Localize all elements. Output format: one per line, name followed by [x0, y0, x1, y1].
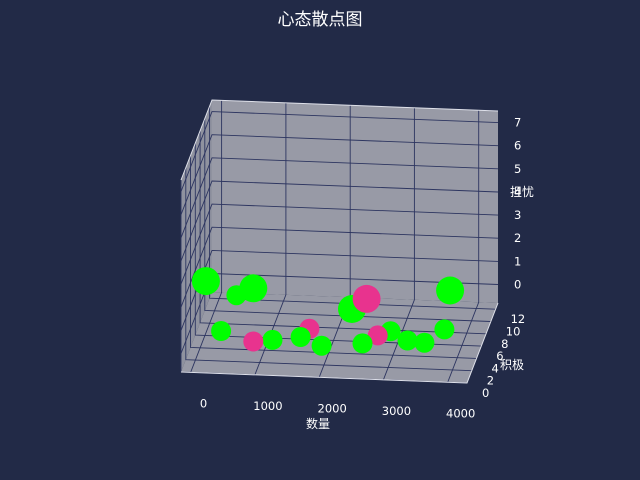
data-point	[191, 267, 220, 296]
z-tick-label: 6	[514, 139, 521, 153]
data-point	[311, 335, 332, 356]
data-point	[290, 327, 311, 347]
x-tick-label: 3000	[382, 404, 411, 418]
x-tick-label: 1000	[253, 399, 282, 413]
data-point	[352, 333, 373, 354]
x-tick-label: 4000	[446, 406, 475, 420]
z-tick-label: 7	[514, 116, 521, 130]
pane-back	[212, 100, 498, 303]
data-point	[243, 331, 264, 352]
z-axis-label: 担忧	[510, 185, 534, 199]
data-point	[239, 274, 268, 303]
x-tick-label: 0	[200, 396, 207, 410]
z-tick-label: 2	[514, 231, 521, 245]
data-point	[397, 330, 418, 351]
x-tick-label: 2000	[318, 401, 347, 415]
y-tick-label: 8	[501, 337, 508, 351]
chart-title: 心态散点图	[278, 10, 363, 30]
z-tick-label: 3	[514, 208, 521, 222]
data-point	[434, 319, 455, 340]
data-point	[262, 329, 283, 350]
z-tick-label: 1	[514, 254, 521, 268]
data-point	[414, 332, 435, 353]
data-point	[352, 284, 381, 313]
data-point	[211, 321, 232, 341]
x-axis-label: 数量	[306, 416, 330, 431]
y-tick-label: 10	[506, 325, 521, 339]
data-point	[436, 276, 465, 305]
z-tick-label: 5	[514, 162, 521, 176]
y-tick-label: 0	[482, 386, 489, 400]
y-axis-label: 积极	[500, 358, 524, 372]
y-tick-label: 2	[487, 374, 494, 388]
y-tick-label: 4	[492, 361, 499, 375]
scatter-3d-chart: 0 1000 2000 3000 400002468101201234567 心态散点图…	[180, 10, 534, 431]
z-tick-label: 0	[514, 278, 521, 292]
y-tick-label: 12	[511, 312, 526, 326]
